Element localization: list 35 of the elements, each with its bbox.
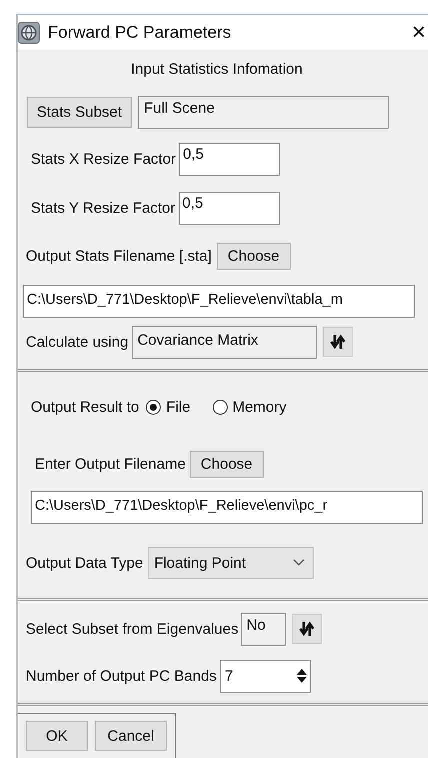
radio-option[interactable]: Memory [212,398,287,416]
swap-arrows-icon [330,334,346,350]
globe-icon [18,22,40,44]
field-label: Select Subset from Eigenvalues [26,620,239,638]
method-field: Covariance Matrix [132,326,317,358]
toggle-button[interactable] [292,614,322,644]
up-down-arrows-icon [296,668,308,684]
filename-field[interactable]: C:\Users\D_771\Desktop\F_Relieve\envi\pc_r [31,490,423,524]
input-field[interactable]: 0,5 [178,192,280,225]
section-heading: Input Statistics Infomation [130,60,304,80]
field-label: Stats Y Resize Factor [31,200,176,217]
subset-value-field: Full Scene [138,96,390,129]
chevron-down-icon [293,559,306,567]
dialog-button[interactable]: Cancel [95,721,167,751]
field-label: Output Result to [31,398,140,416]
close-button[interactable]: × [412,20,426,44]
field-label: Stats X Resize Factor [31,150,176,168]
field-label: Enter Output Filename [35,456,186,472]
toggle-button[interactable] [322,327,353,357]
data-type-dropdown[interactable]: Floating Point [148,547,314,579]
field-label: Number of Output PC Bands [26,668,217,684]
field-label: Output Stats Filename [.sta] [26,248,212,265]
choose-button[interactable]: Choose [216,243,291,270]
window-title: Forward PC Parameters [48,22,232,42]
dialog-button[interactable]: OK [26,721,88,751]
radio-option[interactable]: File [146,398,191,416]
bands-spinner[interactable]: 7 [220,660,311,692]
field-label: Calculate using [26,334,129,350]
filename-field[interactable]: C:\Users\D_771\Desktop\F_Relieve\envi\tabla_m [23,284,415,318]
eigen-value-field: No [240,612,286,646]
field-label: Output Data Type [26,554,144,572]
swap-arrows-icon [298,621,315,637]
choose-button[interactable]: Choose [190,450,264,478]
input-field[interactable]: 0,5 [179,142,280,176]
stats-subset-button[interactable]: Stats Subset [27,97,132,128]
